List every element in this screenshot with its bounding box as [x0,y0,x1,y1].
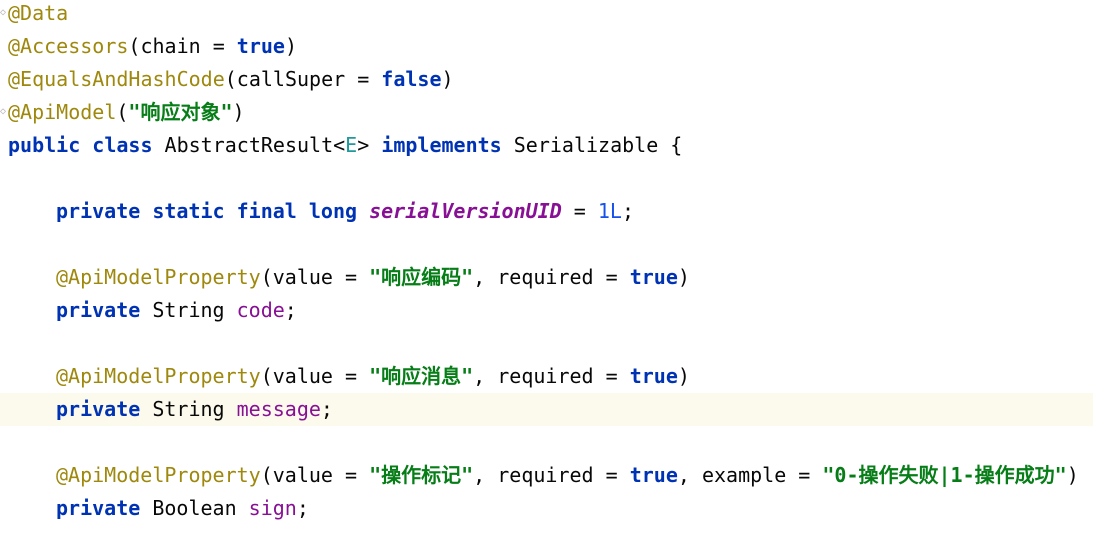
code-token: serialVersionUID [369,199,562,223]
code-token: sign [248,496,297,520]
code-line[interactable]: @ApiModelProperty(value = "响应编码", requir… [0,261,1093,294]
code-token: String [152,298,237,322]
code-token: ) [441,67,454,91]
code-line[interactable]: @EqualsAndHashCode(callSuper = false) [0,63,1093,96]
code-line[interactable] [0,327,1093,360]
code-token: > [357,133,382,157]
code-line[interactable]: public class AbstractResult<E> implement… [0,129,1093,162]
code-text: private Boolean sign; [56,492,309,525]
code-token: "响应对象" [128,100,233,124]
code-editor[interactable]: ◇ @Data @Accessors(chain = true) @EqualsAnd… [0,0,1093,535]
code-token: ( [116,100,129,124]
code-line[interactable] [0,426,1093,459]
code-token: @ApiModelProperty [56,265,261,289]
code-token: ) [677,364,690,388]
code-token: ; [284,298,297,322]
code-token: true [629,364,678,388]
code-token: ) [232,100,245,124]
code-text: @ApiModel("响应对象") [8,96,245,129]
code-token: ; [621,199,634,223]
code-text: @EqualsAndHashCode(callSuper = false) [8,63,454,96]
code-text: @Accessors(chain = true) [8,30,297,63]
code-token: private [56,298,153,322]
code-text: private String message; [56,393,333,426]
code-line[interactable]: private String message; [0,393,1093,426]
code-line[interactable]: @ApiModelProperty(value = "操作标记", requir… [0,459,1093,492]
code-token: , required = [473,265,630,289]
code-token: ) [284,34,298,58]
code-token: true [629,265,678,289]
code-text: @ApiModelProperty(value = "操作标记", requir… [56,459,1079,492]
code-token: (value = [260,463,370,487]
code-token: true [236,34,285,58]
code-token: ) [1066,463,1079,487]
code-token: AbstractResult< [164,133,346,157]
code-token: @ApiModelProperty [56,463,261,487]
code-line[interactable]: ◇ @ApiModel("响应对象") [0,96,1093,129]
code-text: private String code; [56,294,297,327]
code-token: (value = [260,364,370,388]
code-text: @Data [8,0,68,30]
code-token: = [561,199,598,223]
code-token: "0-操作失败|1-操作成功" [822,463,1067,487]
code-text: @ApiModelProperty(value = "响应编码", requir… [56,261,690,294]
code-line[interactable]: ◇ @Data [0,0,1093,30]
code-line[interactable] [0,162,1093,195]
code-line[interactable]: @Accessors(chain = true) [0,30,1093,63]
code-token: , required = [473,463,630,487]
code-token: @Accessors [8,34,129,58]
code-token: , required = [473,364,630,388]
code-token: (value = [260,265,370,289]
fold-marker-icon[interactable]: ◇ [0,6,6,20]
code-token: ; [296,496,309,520]
code-token: ; [320,397,333,421]
fold-marker-icon[interactable]: ◇ [0,105,6,119]
code-token: @Data [8,1,69,25]
code-line[interactable]: private static final long serialVersionU… [0,195,1093,228]
code-text: public class AbstractResult<E> implement… [8,129,682,162]
code-token: private [56,397,153,421]
code-token: code [236,298,285,322]
code-text: private static final long serialVersionU… [56,195,634,228]
code-token: true [629,463,678,487]
code-token: message [236,397,321,421]
code-token: 1L [597,199,622,223]
code-token: (chain = [128,34,237,58]
code-token: private static final long [56,199,370,223]
code-token: Serializable { [513,133,683,157]
code-token: @ApiModel [8,100,117,124]
code-token: String [152,397,237,421]
code-token: @ApiModelProperty [56,364,261,388]
code-token: (callSuper = [224,67,382,91]
code-token: "操作标记" [369,463,474,487]
code-token: Boolean [152,496,249,520]
code-token: , example = [677,463,823,487]
code-line[interactable]: private Boolean sign; [0,492,1093,525]
code-line[interactable] [0,228,1093,261]
code-line[interactable]: @ApiModelProperty(value = "响应消息", requir… [0,360,1093,393]
code-token: @EqualsAndHashCode [8,67,225,91]
code-text: @ApiModelProperty(value = "响应消息", requir… [56,360,690,393]
code-token: false [381,67,442,91]
code-token: implements [381,133,514,157]
code-token: private [56,496,153,520]
code-token: "响应编码" [369,265,474,289]
code-line[interactable]: private String code; [0,294,1093,327]
code-token: "响应消息" [369,364,474,388]
code-token: E [345,133,358,157]
code-token: public class [8,133,165,157]
code-token: ) [677,265,690,289]
